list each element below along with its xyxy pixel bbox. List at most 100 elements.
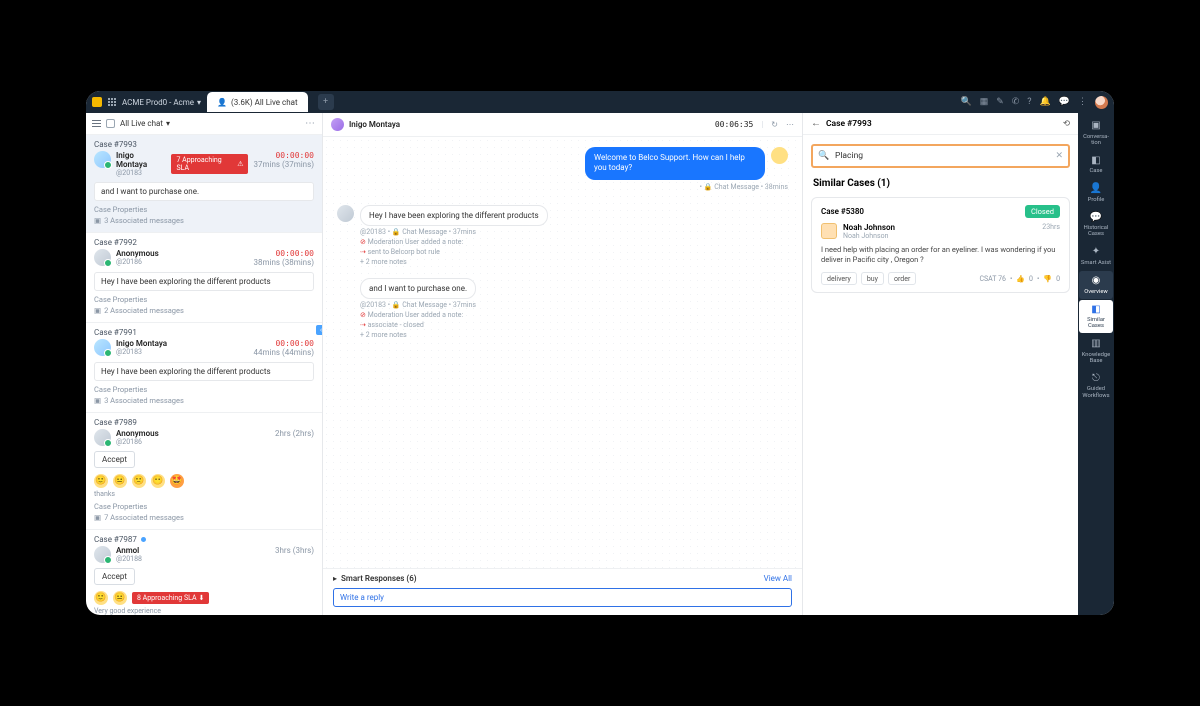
emoji-icon[interactable]: 🙁 (132, 474, 146, 488)
reply-input[interactable]: Write a reply (333, 588, 792, 607)
share-icon[interactable]: ⟲ (1063, 119, 1070, 129)
emoji-icon[interactable]: 😐 (113, 474, 127, 488)
rail-knowledge-base[interactable]: ▥Knowledge Base (1079, 334, 1113, 368)
chat-customer-avatar (331, 118, 344, 131)
case-item[interactable]: Case #7989 Anonymous @20186 2hrs (2hrs) … (86, 413, 322, 530)
calendar-icon[interactable]: ▦ (980, 97, 989, 107)
tag[interactable]: order (888, 272, 916, 285)
chat-indicator-icon (141, 537, 146, 542)
similar-case-id: Case #5380 (821, 207, 864, 216)
list-more-icon[interactable]: ⋯ (305, 118, 316, 129)
case-list-panel: All Live chat ▾ ⋯ Case #7993 Inigo Monta… (86, 113, 323, 615)
accept-button[interactable]: Accept (94, 451, 135, 468)
book-icon: ▥ (1091, 339, 1100, 350)
emoji-icon[interactable]: 🙂 (94, 474, 108, 488)
similar-search-input[interactable] (811, 144, 1070, 168)
back-icon[interactable]: ← (811, 118, 821, 129)
rail-overview[interactable]: ◉Overview (1079, 271, 1113, 299)
customer-avatar (94, 339, 111, 356)
history-icon: 💬 (1090, 213, 1102, 224)
view-all-link[interactable]: View All (764, 574, 792, 583)
tab-all-live-chat[interactable]: 👤 (3.6K) All Live chat (207, 92, 308, 112)
emoji-icon[interactable]: 🙂 (94, 591, 108, 605)
refresh-icon[interactable]: ↻ (771, 120, 778, 129)
customer-avatar (94, 546, 111, 563)
moderation-note: ⊘ Moderation User added a note: (360, 238, 788, 246)
rail-smart-assist[interactable]: ✦Smart Asist (1079, 242, 1113, 270)
rail-historical-cases[interactable]: 💬Historical Cases (1079, 208, 1113, 242)
thanks-label: thanks (94, 490, 314, 498)
thumbs-down-icon: 👎 (1043, 275, 1052, 283)
case-item[interactable]: Case #7993 Inigo Montaya @20183 7 Approa… (86, 135, 322, 233)
customer-handle: @20188 (116, 555, 270, 563)
case-properties[interactable]: Case Properties (94, 502, 314, 511)
search-icon: 🔍 (818, 151, 829, 161)
tag[interactable]: delivery (821, 272, 857, 285)
agent-message-meta: • 🔒 Chat Message • 38mins (337, 183, 788, 191)
chat-more-icon[interactable]: ⋯ (786, 120, 794, 129)
more-notes-link[interactable]: + 2 more notes (360, 258, 788, 266)
accept-button[interactable]: Accept (94, 568, 135, 585)
clear-icon[interactable]: ✕ (1055, 151, 1063, 161)
agent-avatar (771, 147, 788, 164)
hamburger-icon[interactable] (92, 120, 101, 127)
more-notes-link[interactable]: + 2 more notes (360, 331, 788, 339)
emoji-icon[interactable]: 🤩 (170, 474, 184, 488)
associated-messages[interactable]: ▣ 2 Associated messages (94, 306, 314, 315)
customer-handle: @20186 (116, 438, 270, 446)
customer-avatar (94, 429, 111, 446)
help-icon[interactable]: ? (1027, 97, 1031, 107)
case-properties[interactable]: Case Properties (94, 205, 314, 214)
case-item[interactable]: Case #7987 Anmol @20188 3hrs (3hrs) Acce… (86, 530, 322, 615)
agent-message: Welcome to Belco Support. How can I help… (585, 147, 765, 180)
customer-name: Anonymous (116, 249, 248, 258)
message-meta: @20183 • 🔒 Chat Message • 37mins (360, 301, 788, 309)
rail-similar-cases[interactable]: ◧Similar Cases (1079, 300, 1113, 334)
add-tab-button[interactable]: + (318, 94, 334, 110)
similar-case-card[interactable]: Case #5380 Closed Noah Johnson Noah John… (811, 197, 1070, 293)
case-item[interactable]: ‹ Case #7991 Inigo Montaya @20183 00:00:… (86, 323, 322, 413)
emoji-icon[interactable]: 😐 (113, 591, 127, 605)
chat-timer: 00:06:35 (715, 120, 754, 129)
rail-guided-workflows[interactable]: ⎋Guided Workflows (1079, 369, 1113, 403)
case-age: 2hrs (2hrs) (275, 429, 314, 438)
case-properties[interactable]: Case Properties (94, 385, 314, 394)
case-age: 44mins (44mins) (253, 348, 314, 357)
emoji-icon[interactable]: 😶 (151, 474, 165, 488)
search-icon[interactable]: 🔍 (960, 97, 971, 107)
case-item[interactable]: Case #7992 Anonymous @20186 00:00:00 38m… (86, 233, 322, 323)
smart-responses-label[interactable]: Smart Responses (6) (341, 574, 417, 583)
customer-name: Anonymous (116, 429, 270, 438)
menu-icon[interactable]: ⋮ (1078, 97, 1087, 107)
user-avatar[interactable] (1095, 96, 1108, 109)
customer-handle: @20186 (116, 258, 248, 266)
customer-message: Hey I have been exploring the different … (360, 205, 548, 226)
associated-messages[interactable]: ▣ 3 Associated messages (94, 396, 314, 405)
rail-conversation[interactable]: ▣Conversa- tion (1079, 116, 1113, 150)
chat-customer-name: Inigo Montaya (349, 120, 400, 129)
case-properties[interactable]: Case Properties (94, 295, 314, 304)
list-title[interactable]: All Live chat ▾ (120, 119, 300, 128)
customer-name: Anmol (116, 546, 270, 555)
collapse-toggle[interactable]: ‹ (316, 325, 322, 335)
case-age: 37mins (37mins) (253, 160, 314, 169)
select-all-checkbox[interactable] (106, 119, 115, 128)
message-preview: and I want to purchase one. (94, 182, 314, 201)
app-frame: ACME Prod0 - Acme▾ 👤 (3.6K) All Live cha… (86, 91, 1114, 615)
rail-case[interactable]: ◧Case (1079, 151, 1113, 179)
side-title: Case #7993 (826, 119, 872, 129)
bell-icon[interactable]: 🔔 (1040, 97, 1051, 107)
case-age: 38mins (38mins) (253, 258, 314, 267)
edit-icon[interactable]: ✎ (996, 97, 1004, 107)
topbar: ACME Prod0 - Acme▾ 👤 (3.6K) All Live cha… (86, 91, 1114, 113)
associated-messages[interactable]: ▣ 7 Associated messages (94, 513, 314, 522)
expand-icon[interactable]: ▸ (333, 574, 337, 583)
phone-icon[interactable]: ✆ (1012, 97, 1020, 107)
tag[interactable]: buy (861, 272, 884, 285)
associated-messages[interactable]: ▣ 3 Associated messages (94, 216, 314, 225)
chat-icon[interactable]: 💬 (1059, 97, 1070, 107)
sla-badge: 7 Approaching SLA⚠ (171, 154, 248, 174)
rail-profile[interactable]: 👤Profile (1079, 179, 1113, 207)
apps-grid-icon[interactable] (108, 98, 116, 106)
workspace-switcher[interactable]: ACME Prod0 - Acme▾ (122, 98, 201, 107)
